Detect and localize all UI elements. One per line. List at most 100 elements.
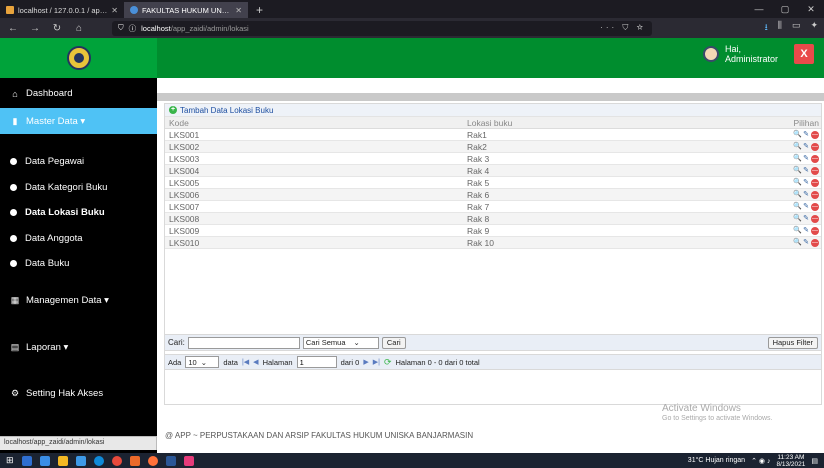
- file-explorer-icon[interactable]: [57, 455, 68, 466]
- table-row[interactable]: LKS002 Rak2 🔍 ✎ —: [165, 141, 821, 153]
- tab-fakultas[interactable]: FAKULTAS HUKUM UNISKA BAN ✕: [124, 2, 248, 18]
- add-lokasi-button[interactable]: Tambah Data Lokasi Buku: [180, 106, 273, 115]
- word-icon[interactable]: [165, 455, 176, 466]
- hapus-filter-button[interactable]: Hapus Filter: [767, 336, 818, 349]
- edit-icon[interactable]: ✎: [802, 143, 810, 151]
- delete-icon[interactable]: —: [811, 130, 819, 139]
- clock[interactable]: 11:23 AM 8/13/2021: [776, 454, 805, 468]
- logout-button[interactable]: X: [794, 44, 814, 64]
- delete-icon[interactable]: —: [811, 166, 819, 175]
- forward-icon[interactable]: →: [28, 23, 42, 34]
- last-page-icon[interactable]: ▶|: [373, 358, 380, 366]
- view-icon[interactable]: 🔍: [793, 227, 802, 235]
- table-row[interactable]: LKS006 Rak 6 🔍 ✎ —: [165, 189, 821, 201]
- table-row[interactable]: LKS003 Rak 3 🔍 ✎ —: [165, 153, 821, 165]
- next-page-icon[interactable]: ▶: [363, 358, 368, 366]
- sidebar-icon[interactable]: ▭: [792, 20, 801, 36]
- sidebar-item-data-lokasi-buku[interactable]: Data Lokasi Buku: [0, 207, 157, 218]
- delete-icon[interactable]: —: [811, 142, 819, 151]
- download-icon[interactable]: ⭳: [765, 20, 768, 36]
- table-row[interactable]: LKS001 Rak1 🔍 ✎ —: [165, 129, 821, 141]
- delete-icon[interactable]: —: [811, 190, 819, 199]
- edit-icon[interactable]: ✎: [802, 167, 810, 175]
- close-icon[interactable]: ✕: [235, 6, 242, 15]
- edge-icon[interactable]: [93, 455, 104, 466]
- view-icon[interactable]: 🔍: [793, 191, 802, 199]
- edit-icon[interactable]: ✎: [802, 215, 810, 223]
- url-actions[interactable]: ··· ⛉ ☆: [600, 23, 646, 33]
- notification-icon[interactable]: ▤: [811, 457, 818, 465]
- delete-icon[interactable]: —: [811, 178, 819, 187]
- app-icon[interactable]: [183, 455, 194, 466]
- close-icon[interactable]: ✕: [111, 6, 118, 15]
- view-icon[interactable]: 🔍: [793, 167, 802, 175]
- sidebar-item-data-kategori-buku[interactable]: Data Kategori Buku: [0, 182, 157, 193]
- delete-icon[interactable]: —: [811, 238, 819, 247]
- xampp-icon[interactable]: [129, 455, 140, 466]
- store-icon[interactable]: [75, 455, 86, 466]
- delete-icon[interactable]: —: [811, 226, 819, 235]
- sidebar-item-data-pegawai[interactable]: Data Pegawai: [0, 156, 157, 167]
- back-icon[interactable]: ←: [6, 23, 20, 34]
- sidebar-item-data-buku[interactable]: Data Buku: [0, 258, 157, 269]
- table-row[interactable]: LKS009 Rak 9 🔍 ✎ —: [165, 225, 821, 237]
- weather[interactable]: 31°C Hujan ringan: [688, 457, 745, 464]
- edit-icon[interactable]: ✎: [802, 179, 810, 187]
- edit-icon[interactable]: ✎: [802, 239, 810, 247]
- prev-page-icon[interactable]: ◀: [253, 358, 258, 366]
- library-icon[interactable]: ⫼: [778, 20, 782, 36]
- row-actions: 🔍 ✎ —: [761, 154, 821, 163]
- column-header-lokasi[interactable]: Lokasi buku: [465, 118, 761, 128]
- sidebar-item-dashboard[interactable]: ⌂ Dashboard: [0, 88, 157, 99]
- page-input[interactable]: [296, 356, 337, 368]
- firefox-icon[interactable]: [147, 455, 158, 466]
- search-input[interactable]: [187, 336, 300, 349]
- first-page-icon[interactable]: |◀: [242, 358, 249, 366]
- opera-icon[interactable]: [111, 455, 122, 466]
- delete-icon[interactable]: —: [811, 214, 819, 223]
- tray-icons[interactable]: ⌃ ◉ ♪: [751, 457, 770, 465]
- view-icon[interactable]: 🔍: [793, 203, 802, 211]
- cari-button[interactable]: Cari: [381, 336, 406, 349]
- extension-icon[interactable]: ✦: [810, 20, 818, 36]
- edit-icon[interactable]: ✎: [802, 131, 810, 139]
- view-icon[interactable]: 🔍: [793, 239, 802, 247]
- windows-start-icon[interactable]: ⊞: [6, 455, 14, 466]
- edit-icon[interactable]: ✎: [802, 155, 810, 163]
- column-header-kode[interactable]: Kode: [165, 118, 465, 128]
- close-window-icon[interactable]: ✕: [798, 0, 824, 18]
- minimize-icon[interactable]: —: [746, 0, 772, 18]
- reload-icon[interactable]: ↻: [50, 23, 64, 34]
- edit-icon[interactable]: ✎: [802, 191, 810, 199]
- sidebar-item-setting-hak-akses[interactable]: ⚙ Setting Hak Akses: [0, 388, 157, 399]
- delete-icon[interactable]: —: [811, 154, 819, 163]
- table-row[interactable]: LKS004 Rak 4 🔍 ✎ —: [165, 165, 821, 177]
- app-icon[interactable]: [39, 455, 50, 466]
- view-icon[interactable]: 🔍: [793, 155, 802, 163]
- sidebar-item-data-anggota[interactable]: Data Anggota: [0, 233, 157, 244]
- table-row[interactable]: LKS005 Rak 5 🔍 ✎ —: [165, 177, 821, 189]
- sidebar-item-laporan[interactable]: ▤ Laporan ▾: [0, 342, 157, 353]
- new-tab-button[interactable]: +: [248, 2, 271, 18]
- search-field-select[interactable]: Cari Semua ⌄: [302, 336, 379, 349]
- url-bar[interactable]: ⛉ ⓘ localhost/app_zaidi/admin/lokasi ···…: [112, 20, 652, 36]
- view-icon[interactable]: 🔍: [793, 179, 802, 187]
- table-row[interactable]: LKS008 Rak 8 🔍 ✎ —: [165, 213, 821, 225]
- table-row[interactable]: LKS007 Rak 7 🔍 ✎ —: [165, 201, 821, 213]
- delete-icon[interactable]: —: [811, 202, 819, 211]
- table-row[interactable]: LKS010 Rak 10 🔍 ✎ —: [165, 237, 821, 249]
- view-icon[interactable]: 🔍: [793, 215, 802, 223]
- task-view-icon[interactable]: [21, 455, 32, 466]
- edit-icon[interactable]: ✎: [802, 227, 810, 235]
- add-icon[interactable]: +: [169, 106, 177, 114]
- per-page-select[interactable]: 10 ⌄: [185, 356, 220, 368]
- maximize-icon[interactable]: ▢: [772, 0, 798, 18]
- edit-icon[interactable]: ✎: [802, 203, 810, 211]
- sidebar-item-managemen-data[interactable]: ▦ Managemen Data ▾: [0, 295, 157, 306]
- sidebar-item-master-data[interactable]: ▮ Master Data ▾: [0, 108, 157, 134]
- refresh-icon[interactable]: ⟳: [384, 357, 392, 368]
- view-icon[interactable]: 🔍: [793, 131, 802, 139]
- view-icon[interactable]: 🔍: [793, 143, 802, 151]
- tab-phpmyadmin[interactable]: localhost / 127.0.0.1 / app_zaidi ✕: [0, 2, 124, 18]
- home-icon[interactable]: ⌂: [72, 23, 86, 34]
